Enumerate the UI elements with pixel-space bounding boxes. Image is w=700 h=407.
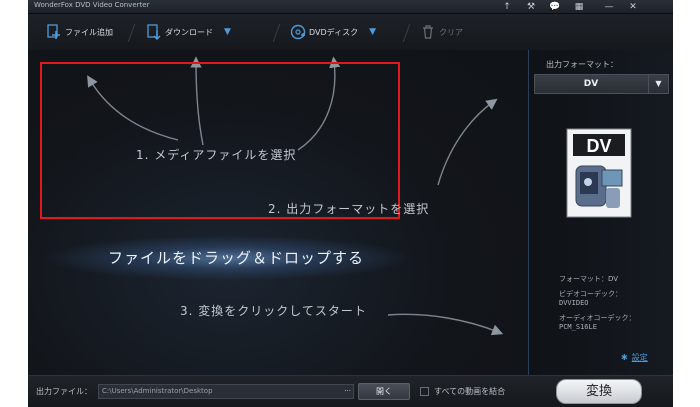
menu-icon[interactable]: ▦ — [568, 1, 590, 13]
dvd-disc-button[interactable]: DVDディスク ▼ — [290, 22, 376, 42]
convert-button[interactable]: 変換 — [556, 379, 642, 404]
audio-codec-label: オーディオコーデック： — [559, 314, 636, 322]
format-info: フォーマット：DV ビデオコーデック： DVVIDEO オーディオコーデック： … — [559, 275, 636, 332]
drop-hint-text: ファイルをドラッグ＆ドロップする — [108, 249, 365, 267]
toolbar: ファイル追加 ダウンロード ▼ DVDディスク ▼ クリア — [28, 14, 673, 50]
merge-all-checkbox[interactable] — [420, 387, 429, 396]
dv-camera-icon: DV — [566, 128, 632, 218]
chevron-down-icon[interactable]: ▼ — [224, 27, 231, 37]
clear-label: クリア — [439, 27, 463, 37]
highlight-box — [40, 62, 400, 219]
audio-codec-value: PCM_S16LE — [559, 323, 597, 331]
add-file-button[interactable]: ファイル追加 — [46, 22, 113, 42]
output-format-panel: 出力フォーマット： DV ▼ DV フォーマット：DV ビデオコーデック： DV… — [528, 50, 673, 375]
arrow-to-convert — [387, 313, 504, 336]
disc-icon — [290, 24, 306, 40]
video-codec-label: ビデオコーデック： — [559, 290, 622, 298]
settings-link[interactable]: ✱ 設定 — [621, 352, 648, 363]
merge-all-label: すべての動画を結合 — [434, 387, 506, 396]
toolbar-divider — [272, 24, 281, 42]
step-1-text: 1. メディアファイルを選択 — [136, 148, 297, 162]
output-format-select[interactable]: DV ▼ — [534, 74, 669, 94]
trash-icon — [420, 24, 436, 40]
add-file-icon — [46, 24, 62, 40]
chevron-down-icon[interactable]: ▼ — [648, 75, 668, 93]
download-icon — [146, 24, 162, 41]
toolbar-divider — [402, 24, 411, 42]
chevron-down-icon[interactable]: ▼ — [369, 27, 376, 37]
tools-icon[interactable]: ⚒ — [520, 1, 542, 13]
open-folder-button[interactable]: 開く — [358, 383, 410, 400]
video-codec-value: DVVIDEO — [559, 299, 589, 307]
browse-button[interactable]: ··· — [344, 385, 351, 398]
output-path-field[interactable]: C:\Users\Administrator\Desktop ··· — [98, 384, 354, 399]
step-2-text: 2. 出力フォーマットを選択 — [268, 202, 430, 216]
step-3-text: 3. 変換をクリックしてスタート — [180, 304, 367, 318]
output-path-value: C:\Users\Administrator\Desktop — [102, 387, 213, 395]
arrow-to-format — [437, 98, 498, 186]
drop-area[interactable]: 1. メディアファイルを選択 2. 出力フォーマットを選択 ファイルをドラッグ＆… — [28, 50, 528, 375]
feedback-icon[interactable]: 💬 — [544, 1, 566, 13]
gear-icon: ✱ — [621, 353, 628, 362]
selected-format: DV — [583, 79, 599, 89]
window-title: WonderFox DVD Video Converter — [34, 1, 150, 9]
output-file-label: 出力ファイル： — [36, 387, 92, 396]
download-button[interactable]: ダウンロード ▼ — [146, 22, 231, 42]
bottom-bar: 出力ファイル： C:\Users\Administrator\Desktop ·… — [28, 375, 673, 407]
download-label: ダウンロード — [165, 27, 213, 37]
add-file-label: ファイル追加 — [65, 27, 113, 37]
dv-icon-label: DV — [586, 136, 611, 156]
settings-label: 設定 — [631, 353, 648, 362]
app-window: WonderFox DVD Video Converter ↑ ⚒ 💬 ▦ — … — [28, 0, 673, 407]
output-format-label: 出力フォーマット： — [546, 60, 618, 69]
dvd-disc-label: DVDディスク — [309, 27, 359, 37]
upgrade-icon[interactable]: ↑ — [496, 1, 518, 13]
title-bar: WonderFox DVD Video Converter ↑ ⚒ 💬 ▦ — … — [28, 0, 673, 14]
close-button[interactable]: ✕ — [622, 1, 644, 13]
minimize-button[interactable]: — — [598, 1, 620, 13]
format-info-format: フォーマット：DV — [559, 275, 619, 283]
toolbar-divider — [127, 24, 136, 42]
clear-button[interactable]: クリア — [420, 22, 463, 42]
